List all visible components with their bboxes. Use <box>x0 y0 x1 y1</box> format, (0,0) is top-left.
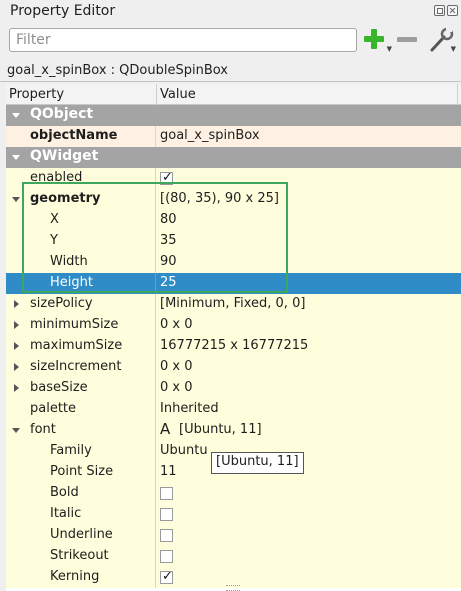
category-row-qobject[interactable]: QObject <box>6 105 461 126</box>
remove-dynamic-property-button[interactable] <box>396 27 420 53</box>
property-row-enabled[interactable]: enabled <box>6 168 461 189</box>
property-row-underline[interactable]: Underline <box>6 525 461 546</box>
property-value[interactable]: 16777215 x 16777215 <box>160 338 308 353</box>
property-row-baseSize[interactable]: baseSize 0 x 0 <box>6 378 461 399</box>
property-value[interactable]: [(80, 35), 90 x 25] <box>160 191 279 206</box>
property-label: Underline <box>50 527 113 542</box>
property-label: font <box>30 422 56 437</box>
property-value[interactable]: Inherited <box>160 401 219 416</box>
property-label: Kerning <box>50 569 100 584</box>
property-value[interactable]: 0 x 0 <box>160 359 193 374</box>
property-label: geometry <box>30 191 101 206</box>
property-label: Point Size <box>50 464 114 479</box>
category-label: QObject <box>30 106 94 122</box>
property-value[interactable]: 0 x 0 <box>160 317 193 332</box>
property-value[interactable]: 25 <box>160 275 177 290</box>
minus-icon <box>397 37 417 42</box>
property-value[interactable]: 80 <box>160 212 177 227</box>
filter-input[interactable] <box>9 28 357 52</box>
title-bar: Property Editor <box>0 0 461 24</box>
expand-arrow-icon[interactable] <box>10 109 22 121</box>
tooltip: [Ubuntu, 11] <box>211 452 304 474</box>
dropdown-caret-icon: ▼ <box>386 45 392 53</box>
property-label: X <box>50 212 59 227</box>
property-label: objectName <box>30 128 118 143</box>
property-label: baseSize <box>30 380 88 395</box>
property-row-bold[interactable]: Bold <box>6 483 461 504</box>
add-dynamic-property-button[interactable]: ▼ <box>362 27 392 53</box>
property-label: Width <box>50 254 88 269</box>
expand-arrow-icon[interactable] <box>10 319 22 331</box>
property-row-width[interactable]: Width 90 <box>6 252 461 273</box>
header-end-divider <box>457 84 458 105</box>
strikeout-checkbox[interactable] <box>160 550 173 563</box>
property-label: enabled <box>30 170 83 185</box>
property-label: Strikeout <box>50 548 109 563</box>
property-value[interactable]: 35 <box>160 233 177 248</box>
property-value[interactable]: [Ubuntu, 11] <box>179 422 262 437</box>
font-icon: A <box>160 420 171 438</box>
property-label: palette <box>30 401 77 416</box>
italic-checkbox[interactable] <box>160 508 173 521</box>
kerning-checkbox[interactable] <box>160 569 173 584</box>
property-label: Italic <box>50 506 82 521</box>
property-label: Bold <box>50 485 79 500</box>
property-label: maximumSize <box>30 338 123 353</box>
category-row-qwidget[interactable]: QWidget <box>6 147 461 168</box>
header-property[interactable]: Property <box>9 87 64 102</box>
collapse-arrow-icon[interactable] <box>10 424 22 436</box>
property-row-strikeout[interactable]: Strikeout <box>6 546 461 567</box>
property-row-minimumSize[interactable]: minimumSize 0 x 0 <box>6 315 461 336</box>
property-row-sizePolicy[interactable]: sizePolicy [Minimum, Fixed, 0, 0] <box>6 294 461 315</box>
selected-object-label: goal_x_spinBox : QDoubleSpinBox <box>7 63 228 78</box>
property-row-palette[interactable]: palette Inherited <box>6 399 461 420</box>
property-label: sizeIncrement <box>30 359 122 374</box>
expand-arrow-icon[interactable] <box>10 382 22 394</box>
property-row-objectName[interactable]: objectName goal_x_spinBox <box>6 126 461 147</box>
window-title: Property Editor <box>10 3 116 19</box>
property-label: sizePolicy <box>30 296 93 311</box>
property-row-geometry[interactable]: geometry [(80, 35), 90 x 25] <box>6 189 461 210</box>
property-row-italic[interactable]: Italic <box>6 504 461 525</box>
float-window-icon[interactable] <box>434 5 445 16</box>
property-value[interactable]: [Minimum, Fixed, 0, 0] <box>160 296 305 311</box>
property-value[interactable]: 0 x 0 <box>160 380 193 395</box>
property-row-height[interactable]: Height 25 <box>6 273 461 294</box>
property-value[interactable]: 90 <box>160 254 177 269</box>
configure-button[interactable]: ▼ <box>428 27 456 53</box>
expand-arrow-icon[interactable] <box>10 340 22 352</box>
category-label: QWidget <box>30 148 99 164</box>
resize-grip[interactable] <box>226 585 240 591</box>
property-label: minimumSize <box>30 317 119 332</box>
header-value[interactable]: Value <box>160 87 196 102</box>
expand-arrow-icon[interactable] <box>10 298 22 310</box>
collapse-arrow-icon[interactable] <box>10 193 22 205</box>
bold-checkbox[interactable] <box>160 487 173 500</box>
expand-arrow-icon[interactable] <box>10 151 22 163</box>
property-row-y[interactable]: Y 35 <box>6 231 461 252</box>
property-table: Property Value QObject objectName goal_x… <box>6 84 461 591</box>
property-label: Height <box>50 275 93 290</box>
header-divider[interactable] <box>156 84 157 105</box>
dropdown-caret-icon: ▼ <box>450 45 456 53</box>
divider <box>0 81 461 82</box>
property-value[interactable]: 11 <box>160 464 177 479</box>
enabled-checkbox[interactable] <box>160 170 173 185</box>
property-label: Y <box>50 233 58 248</box>
close-window-icon[interactable] <box>447 5 458 16</box>
underline-checkbox[interactable] <box>160 529 173 542</box>
expand-arrow-icon[interactable] <box>10 361 22 373</box>
table-header: Property Value <box>6 84 461 105</box>
property-row-maximumSize[interactable]: maximumSize 16777215 x 16777215 <box>6 336 461 357</box>
property-value[interactable]: Ubuntu <box>160 443 208 458</box>
property-row-sizeIncrement[interactable]: sizeIncrement 0 x 0 <box>6 357 461 378</box>
property-value[interactable]: goal_x_spinBox <box>160 128 260 143</box>
property-label: Family <box>50 443 92 458</box>
property-row-x[interactable]: X 80 <box>6 210 461 231</box>
property-row-font[interactable]: font A [Ubuntu, 11] <box>6 420 461 441</box>
